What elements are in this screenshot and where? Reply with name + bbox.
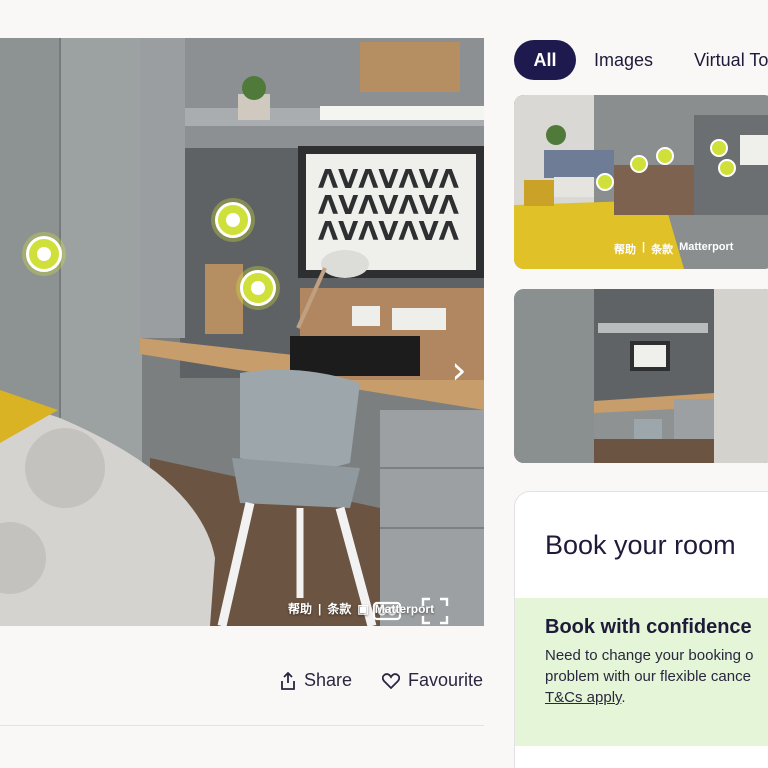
thumbnail-hotspot [718,159,736,177]
thumbnail-footer: 帮助 | 条款 Matterport [614,241,733,257]
matterport-logo-icon: ▣ [357,601,369,616]
navigation-hotspot[interactable] [215,202,251,238]
book-with-confidence-panel: Book with confidence Need to change your… [515,598,768,746]
heart-icon [382,672,400,689]
favourite-button[interactable]: Favourite [382,670,483,691]
svg-text:ΛVΛVΛVΛ: ΛVΛVΛVΛ [318,217,459,247]
confidence-line-3: T&Cs apply. [545,687,768,708]
terms-and-conditions-link[interactable]: T&Cs apply [545,689,621,706]
room-image-thumbnail[interactable] [514,289,768,463]
confidence-line-2: problem with our flexible cance [545,668,751,685]
room-scene-image: ΛVΛVΛVΛ ΛVΛVΛVΛ ΛVΛVΛVΛ [0,38,484,626]
viewer-footer: 帮助 | 条款 ▣ Matterport [288,600,434,617]
booking-card: Book your room Book with confidence Need… [514,491,768,768]
room-photo-image [514,289,768,463]
matterport-link[interactable]: Matterport [375,602,434,616]
footer-separator: | [642,241,646,253]
tab-all[interactable]: All [514,40,576,80]
share-button[interactable]: Share [280,670,352,691]
page: ΛVΛVΛVΛ ΛVΛVΛVΛ ΛVΛVΛVΛ › 帮助 | 条款 ▣ Matt… [0,0,768,768]
share-label: Share [304,670,353,690]
confidence-line-1: Need to change your booking o [545,647,754,664]
help-link[interactable]: 帮助 [288,600,312,617]
footer-separator: | [318,601,322,616]
favourite-label: Favourite [408,670,484,690]
thumbnail-hotspot [656,147,674,165]
virtual-tour-thumbnail[interactable]: 帮助 | 条款 Matterport [514,95,768,269]
navigation-hotspot[interactable] [240,270,276,306]
thumbnail-hotspot [630,155,648,173]
navigation-hotspot[interactable] [26,236,62,272]
terms-link: 条款 [651,244,674,256]
virtual-tour-viewer[interactable]: ΛVΛVΛVΛ ΛVΛVΛVΛ ΛVΛVΛVΛ › 帮助 | 条款 ▣ Matt… [0,38,484,626]
booking-title: Book your room [545,530,736,560]
help-link: 帮助 [614,244,636,256]
matterport-link: Matterport [679,241,734,253]
terms-period: . [621,689,626,706]
tab-virtual-tours[interactable]: Virtual To [694,40,768,80]
tab-images[interactable]: Images [594,40,653,80]
confidence-title: Book with confidence [545,616,752,638]
next-arrow-icon[interactable]: › [444,350,474,390]
listing-actions-bar: Share Favourite [0,626,484,726]
share-icon [281,671,295,690]
terms-link[interactable]: 条款 [327,600,351,617]
thumbnail-hotspot [596,173,614,191]
thumbnail-hotspot [710,139,728,157]
